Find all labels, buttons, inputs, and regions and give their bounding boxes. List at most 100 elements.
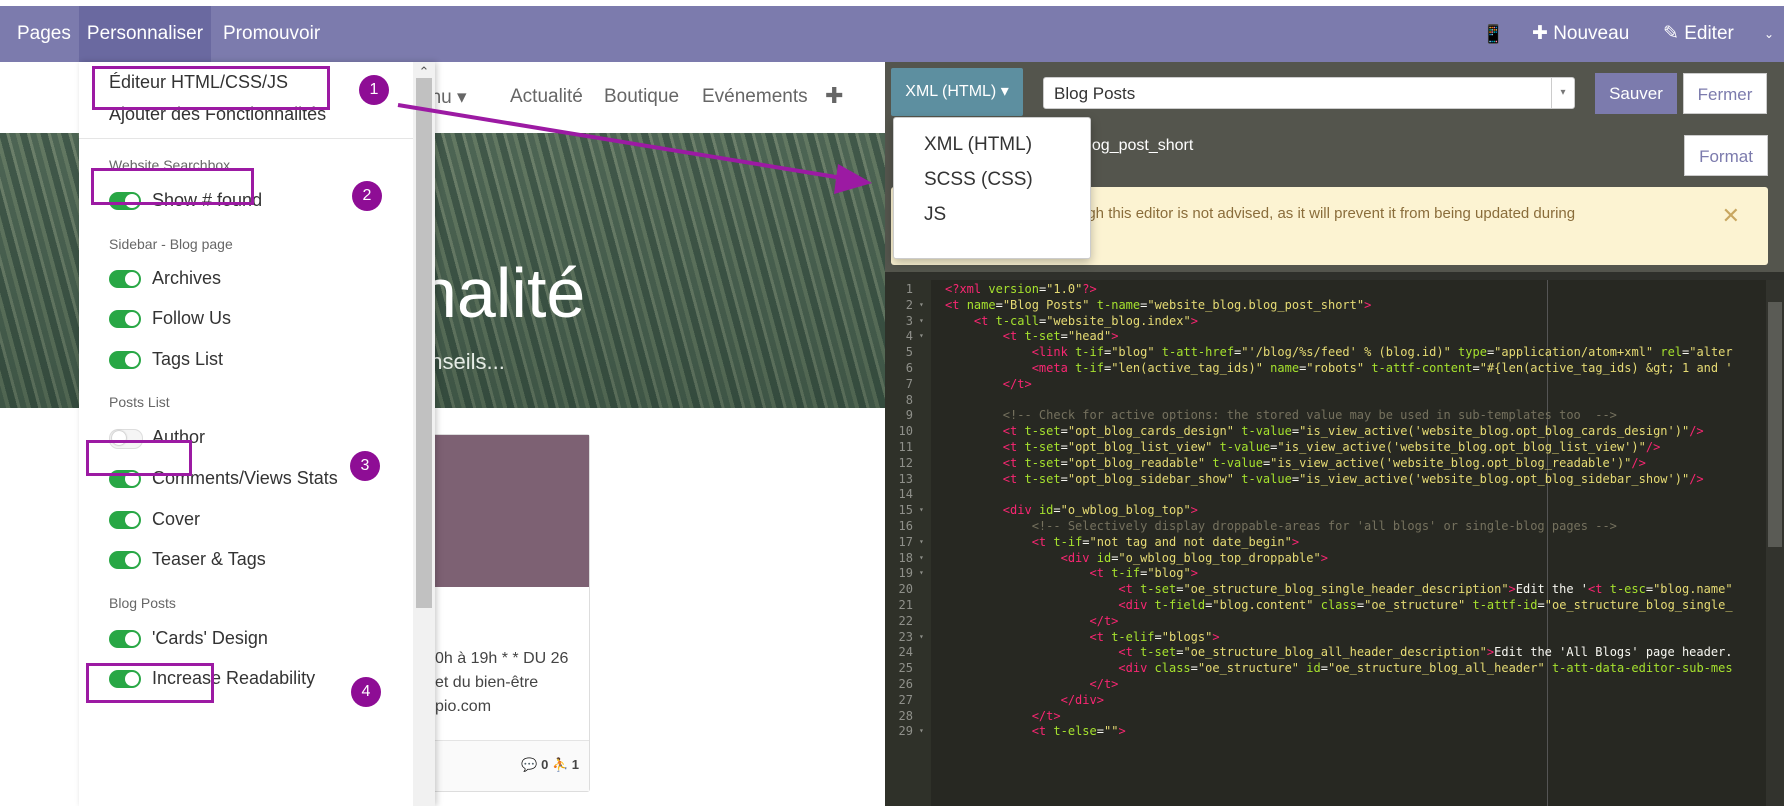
section-posts-list: Posts List <box>109 394 170 410</box>
scroll-thumb[interactable] <box>416 78 432 608</box>
code-line[interactable]: <t t-set="oe_structure_blog_all_header_d… <box>945 645 1732 659</box>
code-line[interactable]: <t t-set="opt_blog_sidebar_show" t-value… <box>945 472 1704 486</box>
blog-post-footer: 💬 0 ⛹ 1 <box>429 740 589 791</box>
highlight-blog-posts <box>86 663 214 703</box>
cards-design-label[interactable]: 'Cards' Design <box>152 628 268 649</box>
site-nav-evenements[interactable]: Evénements <box>702 86 808 108</box>
cover-label[interactable]: Cover <box>152 509 200 530</box>
site-nav-actualite[interactable]: Actualité <box>510 86 583 108</box>
highlight-website-searchbox <box>91 168 254 205</box>
fold-toggle-icon[interactable]: ▾ <box>919 537 924 546</box>
line-number: 8 <box>905 392 913 407</box>
code-line[interactable]: <t t-if="not tag and not date_begin"> <box>945 535 1299 549</box>
code-line[interactable]: <?xml version="1.0"?> <box>945 282 1097 296</box>
chevron-down-icon[interactable]: ▾ <box>1551 78 1574 108</box>
archives-label[interactable]: Archives <box>152 268 221 289</box>
code-line[interactable]: </t> <box>945 677 1119 691</box>
divider <box>79 138 414 139</box>
toggle-cover[interactable] <box>109 511 141 529</box>
toggle-archives[interactable] <box>109 270 141 288</box>
code-line[interactable]: <div class="oe_structure" id="oe_structu… <box>945 661 1732 675</box>
code-scrollbar[interactable] <box>1766 280 1784 806</box>
line-number: 2 <box>905 297 913 312</box>
line-number: 26 <box>898 677 913 691</box>
hero-title: nalité <box>418 254 586 332</box>
step-badge-1: 1 <box>359 75 389 105</box>
code-line[interactable]: <t t-set="opt_blog_readable" t-value="is… <box>945 456 1646 470</box>
fold-toggle-icon[interactable]: ▾ <box>919 300 924 309</box>
highlight-html-editor <box>92 66 330 110</box>
code-line[interactable]: <meta t-if="len(active_tag_ids)" name="r… <box>945 361 1733 375</box>
code-line[interactable]: <t t-set="oe_structure_blog_single_heade… <box>945 582 1732 596</box>
top-navbar: Pages Personnaliser Promouvoir 📱 ✚ Nouve… <box>0 6 1784 62</box>
fold-toggle-icon[interactable]: ▾ <box>919 553 924 562</box>
code-line[interactable]: <t t-if="blog"> <box>945 566 1198 580</box>
menu-promouvoir[interactable]: Promouvoir <box>223 6 320 62</box>
line-number: 5 <box>905 345 913 360</box>
fold-toggle-icon[interactable]: ▾ <box>919 726 924 735</box>
toggle-follow-us[interactable] <box>109 310 141 328</box>
line-number: 17 <box>898 534 913 549</box>
toggle-cards-design[interactable] <box>109 630 141 648</box>
code-line[interactable]: </t> <box>945 377 1032 391</box>
add-menu-icon[interactable]: ✚ <box>825 83 843 109</box>
comment-view-stats: 💬 0 ⛹ 1 <box>521 757 579 772</box>
editor-header: XML (HTML) ▾ Blog Posts ▾ Sauver Fermer … <box>885 62 1784 272</box>
edit-button[interactable]: ✎ Editer <box>1663 6 1734 62</box>
line-number: 7 <box>905 376 913 391</box>
blog-post-card[interactable]: 0h à 19h * * DU 26 et du bien-être pio.c… <box>428 434 590 792</box>
close-icon[interactable]: ✕ <box>1722 203 1740 229</box>
template-select[interactable]: Blog Posts ▾ <box>1043 77 1575 109</box>
line-number: 22 <box>898 613 913 628</box>
close-button[interactable]: Fermer <box>1683 73 1767 114</box>
toggle-teaser-tags[interactable] <box>109 551 141 569</box>
code-line[interactable]: <!-- Check for active options: the store… <box>945 408 1617 422</box>
fold-toggle-icon[interactable]: ▾ <box>919 331 924 340</box>
code-line[interactable]: <link t-if="blog" t-att-href="'/blog/%s/… <box>945 345 1733 359</box>
format-button[interactable]: Format <box>1684 135 1768 176</box>
teaser-tags-label[interactable]: Teaser & Tags <box>152 549 266 570</box>
line-number: 10 <box>898 424 913 439</box>
line-number: 11 <box>898 440 913 454</box>
save-button[interactable]: Sauver <box>1595 73 1677 114</box>
code-line[interactable]: </t> <box>945 709 1061 723</box>
code-scroll-thumb[interactable] <box>1768 302 1782 547</box>
new-button[interactable]: ✚ Nouveau <box>1532 6 1629 62</box>
code-line[interactable]: <t t-set="opt_blog_cards_design" t-value… <box>945 424 1704 438</box>
code-line[interactable]: <div id="o_wblog_blog_top_droppable"> <box>945 551 1328 565</box>
option-xml-html[interactable]: XML (HTML) <box>924 134 1032 156</box>
code-line[interactable]: <!-- Selectively display droppable-areas… <box>945 519 1617 533</box>
code-line[interactable]: </div> <box>945 693 1104 707</box>
option-scss-css[interactable]: SCSS (CSS) <box>924 169 1033 191</box>
menu-pages[interactable]: Pages <box>17 6 71 62</box>
toggle-tags-list[interactable] <box>109 351 141 369</box>
fold-toggle-icon[interactable]: ▾ <box>919 632 924 641</box>
fold-toggle-icon[interactable]: ▾ <box>919 568 924 577</box>
code-line[interactable]: <div id="o_wblog_blog_top"> <box>945 503 1198 517</box>
fold-toggle-icon[interactable]: ▾ <box>919 505 924 514</box>
step-badge-3: 3 <box>350 451 380 481</box>
menu-personnaliser[interactable]: Personnaliser <box>79 6 211 62</box>
code-line[interactable]: </t> <box>945 614 1119 628</box>
line-number: 28 <box>898 708 913 723</box>
code-line[interactable]: <t t-set="head"> <box>945 329 1119 343</box>
option-js[interactable]: JS <box>924 204 946 226</box>
menu-scrollbar[interactable]: ⌃ <box>413 62 435 806</box>
editor-type-dropdown-button[interactable]: XML (HTML) ▾ <box>891 68 1023 116</box>
code-line[interactable]: <t t-set="opt_blog_list_view" t-value="i… <box>945 440 1661 454</box>
line-number: 19 <box>898 566 913 581</box>
code-line[interactable]: <t name="Blog Posts" t-name="website_blo… <box>945 298 1371 312</box>
section-sidebar-blog-page: Sidebar - Blog page <box>109 236 233 252</box>
code-line[interactable]: <t t-call="website_blog.index"> <box>945 314 1198 328</box>
mobile-preview-icon[interactable]: 📱 <box>1482 6 1504 62</box>
line-number: 3 <box>905 313 913 328</box>
fold-toggle-icon[interactable]: ▾ <box>919 316 924 325</box>
code-line[interactable]: <t t-elif="blogs"> <box>945 630 1220 644</box>
tags-list-label[interactable]: Tags List <box>152 349 223 370</box>
chevron-down-icon[interactable]: ⌄ <box>1764 6 1774 62</box>
code-editor[interactable]: 1 2 ▾ 3 ▾ 4 ▾ 5 6 7 8 9 10 11 12 13 14 15 ▾ 16 17 ▾ 18 ▾ 19 ▾ 20 21… <box>885 280 1784 806</box>
follow-us-label[interactable]: Follow Us <box>152 308 231 329</box>
code-line[interactable]: <div t-field="blog.content" class="oe_st… <box>945 598 1732 612</box>
site-nav-boutique[interactable]: Boutique <box>604 86 679 108</box>
code-line[interactable]: <t t-else=""> <box>945 724 1126 738</box>
